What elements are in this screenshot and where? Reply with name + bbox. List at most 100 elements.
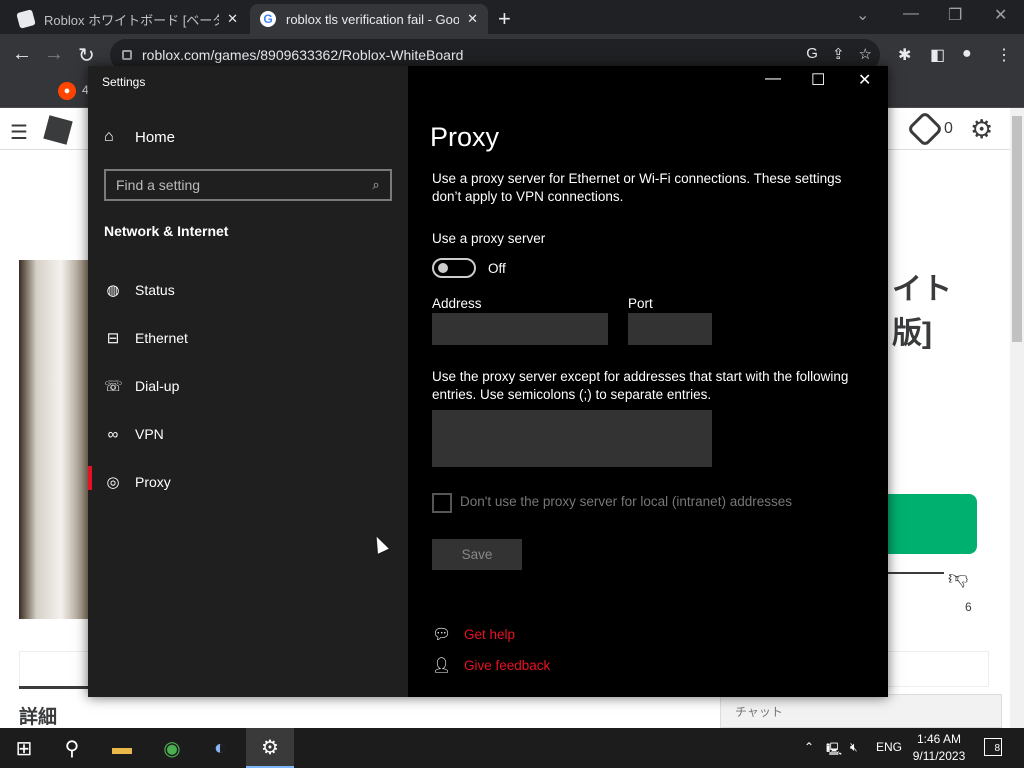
minimize-icon[interactable]: — xyxy=(765,70,781,88)
feedback-person-icon: 👤︎ xyxy=(432,657,452,674)
maximize-icon[interactable]: ☐ xyxy=(811,70,825,90)
port-input[interactable] xyxy=(628,313,712,345)
section-divider xyxy=(19,686,89,689)
use-proxy-toggle[interactable] xyxy=(432,258,476,278)
close-window-icon[interactable]: ✕ xyxy=(994,5,1007,25)
robux-icon[interactable] xyxy=(906,110,944,148)
settings-search-input[interactable] xyxy=(116,177,362,193)
clock-date: 9/11/2023 xyxy=(912,749,966,763)
globe-status-icon: ◍ xyxy=(106,282,120,299)
forward-arrow-icon[interactable]: → xyxy=(44,43,64,66)
reddit-icon[interactable]: ● xyxy=(58,82,76,100)
reload-icon[interactable]: ↻ xyxy=(78,43,95,68)
side-panel-icon[interactable]: ◧ xyxy=(930,45,945,65)
proxy-description: Use a proxy server for Ethernet or Wi-Fi… xyxy=(432,171,842,204)
sidebar-item-proxy[interactable]: ◎ Proxy xyxy=(88,462,408,502)
language-indicator[interactable]: ENG xyxy=(876,740,902,754)
taskbar-clock[interactable]: 1:46 AM 9/11/2023 xyxy=(906,731,972,765)
back-arrow-icon[interactable]: ← xyxy=(12,43,32,66)
page-scrollbar-thumb[interactable] xyxy=(1012,116,1022,342)
home-nav[interactable]: ⌂ Home xyxy=(104,128,175,146)
lock-icon xyxy=(122,50,132,60)
sidebar-item-vpn[interactable]: ∞ VPN xyxy=(88,414,408,454)
new-tab-icon[interactable]: + xyxy=(498,6,511,32)
dialup-icon: ☏ xyxy=(104,378,123,395)
network-icon[interactable]: 🖳︎ xyxy=(826,740,842,761)
menu-kebab-icon[interactable]: ⋮ xyxy=(996,45,1012,65)
home-icon: ⌂ xyxy=(104,128,114,145)
clock-time: 1:46 AM xyxy=(916,732,962,746)
window-title: Settings xyxy=(102,75,146,89)
chat-panel[interactable]: チャット xyxy=(720,694,1002,728)
home-label: Home xyxy=(135,128,176,146)
tray-chevron-up-icon[interactable]: ⌃ xyxy=(804,740,814,754)
volume-muted-icon[interactable]: 🔇︎ xyxy=(850,740,858,755)
robux-balance: 0 xyxy=(944,120,953,137)
browser-tab-bar: Roblox ホワイトボード [ベータ版] - Ro ✕ G roblox tl… xyxy=(0,0,1024,34)
file-explorer-icon[interactable]: ▬ xyxy=(98,728,146,768)
settings-search-box[interactable]: ⌕ xyxy=(104,169,392,201)
google-favicon-icon: G xyxy=(260,11,276,27)
game-title-line: イト xyxy=(892,273,952,306)
chrome-icon[interactable]: ◉ xyxy=(148,728,196,768)
sidebar-item-dialup[interactable]: ☏ Dial-up xyxy=(88,366,408,406)
tab-roblox[interactable]: Roblox ホワイトボード [ベータ版] - Ro ✕ xyxy=(8,4,248,34)
give-feedback-label: Give feedback xyxy=(464,657,551,673)
game-title: イト 版] xyxy=(892,268,952,356)
close-tab-icon[interactable]: ✕ xyxy=(227,11,238,27)
local-addresses-checkbox[interactable] xyxy=(432,493,452,513)
proxy-settings-pane: — ☐ ✕ Proxy Use a proxy server for Ether… xyxy=(408,66,888,697)
roblox-logo-icon[interactable] xyxy=(43,115,73,145)
sidebar-item-label: VPN xyxy=(135,426,164,442)
search-icon[interactable]: ⌕ xyxy=(362,177,390,193)
omnibox-actions: G ⇪ ☆ xyxy=(806,45,872,63)
steam-icon[interactable]: ◐ xyxy=(196,728,244,768)
close-icon[interactable]: ✕ xyxy=(858,70,871,90)
toggle-state-label: Off xyxy=(488,261,506,276)
local-addresses-label: Don't use the proxy server for local (in… xyxy=(460,494,792,509)
sidebar-item-status[interactable]: ◍ Status xyxy=(88,270,408,310)
vote-bar xyxy=(886,572,944,574)
profile-icon[interactable]: ● xyxy=(962,45,972,63)
roblox-favicon-icon xyxy=(16,9,36,29)
address-input[interactable] xyxy=(432,313,608,345)
details-heading[interactable]: 詳細 xyxy=(19,702,57,729)
game-thumbnail[interactable] xyxy=(19,260,89,619)
google-lens-icon[interactable]: G xyxy=(806,45,818,63)
help-chat-icon: 💬︎ xyxy=(432,626,452,643)
get-help-label: Get help xyxy=(464,626,516,642)
dislike-count: 6 xyxy=(965,600,972,614)
restore-icon[interactable]: ❐ xyxy=(948,5,962,25)
sidebar-item-ethernet[interactable]: ⊟ Ethernet xyxy=(88,318,408,358)
game-title-line: 版] xyxy=(892,317,932,350)
hamburger-menu-icon[interactable]: ☰ xyxy=(10,120,28,145)
tab-google-search[interactable]: G roblox tls verification fail - Googl ✕ xyxy=(250,4,488,34)
toggle-knob xyxy=(438,263,448,273)
settings-app-gear-icon[interactable]: ⚙ xyxy=(246,728,294,768)
page-title: Proxy xyxy=(430,122,500,152)
bookmark-star-icon[interactable]: ☆ xyxy=(859,45,872,63)
exceptions-input[interactable] xyxy=(432,410,712,467)
search-icon[interactable]: ⚲ xyxy=(48,728,96,768)
tab-title: roblox tls verification fail - Googl xyxy=(286,11,460,27)
minimize-icon[interactable]: — xyxy=(903,5,919,23)
sidebar-item-label: Status xyxy=(135,282,175,298)
share-icon[interactable]: ⇪ xyxy=(832,45,845,63)
globe-icon: ◎ xyxy=(106,474,120,491)
exceptions-description: Use the proxy server except for addresse… xyxy=(432,369,849,402)
tab-search-chevron-icon[interactable]: ⌄ xyxy=(856,5,869,25)
get-help-link[interactable]: 💬︎ Get help xyxy=(432,625,515,643)
gear-icon[interactable]: ⚙ xyxy=(970,114,993,145)
settings-window: Settings ⌂ Home ⌕ Network & Internet ◍ S… xyxy=(88,66,888,697)
vpn-icon: ∞ xyxy=(107,425,119,443)
give-feedback-link[interactable]: 👤︎ Give feedback xyxy=(432,656,550,674)
notification-center-icon[interactable]: 8 xyxy=(984,738,1002,756)
play-button[interactable] xyxy=(886,494,977,554)
thumbs-down-icon[interactable]: 👎︎ xyxy=(948,566,968,590)
windows-taskbar: ⊞ ⚲ ▬ ◉ ◐ ⚙ ⌃ 🖳︎ 🔇︎ ENG 1:46 AM 9/11/202… xyxy=(0,728,1024,768)
save-button[interactable]: Save xyxy=(432,539,522,570)
close-tab-icon[interactable]: ✕ xyxy=(467,11,478,27)
start-windows-icon[interactable]: ⊞ xyxy=(0,728,48,768)
url-text: roblox.com/games/8909633362/Roblox-White… xyxy=(142,47,464,63)
extensions-puzzle-icon[interactable]: ✱ xyxy=(898,45,911,65)
